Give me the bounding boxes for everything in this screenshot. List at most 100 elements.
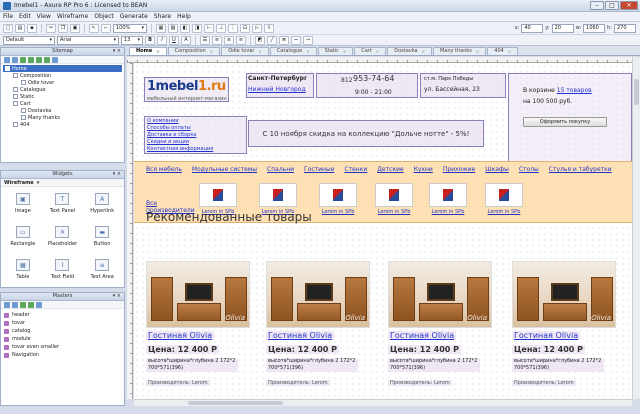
close-tab-icon[interactable]: × — [343, 48, 346, 55]
new-icon[interactable]: □ — [3, 23, 13, 33]
product-card[interactable]: Olivia Гостиная Olivia Цена: 12 400 Р вы… — [146, 261, 250, 386]
zoom-select[interactable]: 100% ▾ — [113, 23, 147, 33]
add-master-icon[interactable] — [4, 301, 10, 308]
nav-walls[interactable]: Стенки — [344, 166, 367, 173]
widget-placeholder[interactable]: ✕ Placeholder — [43, 224, 83, 257]
close-tab-icon[interactable]: × — [476, 48, 479, 55]
master-item[interactable]: Navigation — [1, 351, 124, 359]
link-payment[interactable]: Способы оплаты — [147, 125, 244, 132]
paste-icon[interactable]: ▣ — [70, 23, 80, 33]
sitemap-item[interactable]: Catalogue — [3, 86, 122, 93]
add-page-icon[interactable] — [4, 56, 10, 63]
bring-front-icon[interactable]: ◧ — [180, 23, 190, 33]
product-name-link[interactable]: Гостиная Olivia — [388, 331, 457, 340]
brand-item[interactable]: Lerom in SPb — [318, 183, 358, 215]
line-color-icon[interactable]: ╱ — [267, 35, 277, 45]
sitemap-item[interactable]: Many thanks — [3, 114, 122, 121]
w-input[interactable]: 1060 — [583, 23, 606, 33]
product-card[interactable]: Olivia Гостиная Olivia Цена: 12 400 Р вы… — [512, 261, 616, 386]
product-image[interactable]: Olivia — [266, 261, 370, 328]
widget-rectangle[interactable]: ▭ Rectangle — [3, 224, 43, 257]
x-input[interactable]: 40 — [521, 23, 544, 33]
font-select[interactable]: Arial ▾ — [57, 35, 119, 45]
nav-living-rooms[interactable]: Гостиные — [304, 166, 334, 173]
nav-kids[interactable]: Детские — [377, 166, 403, 173]
close-tab-icon[interactable]: × — [258, 48, 261, 55]
vertical-scrollbar[interactable] — [632, 57, 640, 399]
menu-help[interactable]: Help — [177, 13, 191, 20]
italic-icon[interactable]: I — [157, 35, 167, 45]
nav-modular[interactable]: Модульные системы — [192, 166, 257, 173]
widget-hyperlink[interactable]: A Hyperlink — [82, 191, 122, 224]
product-name-link[interactable]: Гостиная Olivia — [266, 331, 335, 340]
nav-all-furniture[interactable]: Вся мебель — [146, 166, 182, 173]
menu-wireframe[interactable]: Wireframe — [57, 13, 88, 20]
minimize-button[interactable]: – — [590, 1, 604, 10]
tab-home[interactable]: Home × — [129, 47, 167, 55]
align-center-icon[interactable]: ⊥ — [216, 23, 226, 33]
sitemap-item[interactable]: Home — [3, 65, 122, 72]
align-left-icon[interactable]: ⊢ — [204, 23, 214, 33]
checkout-button[interactable]: Оформить покупку — [523, 117, 607, 127]
bold-icon[interactable]: B — [145, 35, 155, 45]
nav-bedrooms[interactable]: Спальни — [267, 166, 294, 173]
horizontal-scrollbar[interactable] — [134, 399, 632, 406]
font-color-icon[interactable]: A — [181, 35, 191, 45]
master-item[interactable]: module — [1, 335, 124, 343]
scroll-thumb[interactable] — [188, 401, 283, 405]
link-discounts[interactable]: Скидки и акции — [147, 139, 244, 146]
widget-text-area[interactable]: ≡ Text Area — [82, 257, 122, 290]
pin-icon[interactable]: ▾ × — [113, 293, 121, 300]
sitemap-item[interactable]: 404 — [3, 121, 122, 128]
distribute-icon[interactable]: ⋮ — [228, 23, 238, 33]
menu-view[interactable]: View — [37, 13, 51, 20]
scroll-thumb[interactable] — [634, 79, 639, 105]
arrow-style-icon[interactable]: → — [303, 35, 313, 45]
close-button[interactable]: ✕ — [620, 1, 638, 10]
sitemap-item[interactable]: Cart — [3, 100, 122, 107]
nav-kitchens[interactable]: Кухни — [414, 166, 433, 173]
pointer-icon[interactable]: ↖ — [89, 23, 99, 33]
nav-tables[interactable]: Столы — [519, 166, 539, 173]
text-align-left-icon[interactable]: ≡ — [212, 35, 222, 45]
lock-icon[interactable]: ⊡ — [240, 23, 250, 33]
y-input[interactable]: 20 — [551, 23, 574, 33]
sitemap-item[interactable]: Dostavka — [3, 107, 122, 114]
design-canvas[interactable]: 1mebel1.ru мебельный интернет-магазин Са… — [134, 63, 632, 399]
master-item[interactable]: tovar even smaller — [1, 343, 124, 351]
bullets-icon[interactable]: ☰ — [200, 35, 210, 45]
preview-icon[interactable]: ▷ — [252, 23, 262, 33]
style-select[interactable]: Default ▾ — [3, 35, 55, 45]
sitemap-item[interactable]: Static — [3, 93, 122, 100]
font-size-select[interactable]: 13 ▾ — [121, 35, 143, 45]
close-tab-icon[interactable]: × — [156, 48, 159, 55]
publish-icon[interactable]: ⇪ — [264, 23, 274, 33]
line-style-icon[interactable]: ┅ — [291, 35, 301, 45]
outdent-icon[interactable] — [44, 56, 50, 63]
pin-icon[interactable]: ▾ × — [113, 171, 121, 178]
save-icon[interactable]: ▪ — [27, 23, 37, 33]
promo-banner[interactable]: С 10 ноября скидка на коллекцию "Дольче … — [248, 120, 484, 147]
tab-dostavka[interactable]: Dostavka × — [387, 47, 432, 55]
city-nn-link[interactable]: Нижний Новгород — [248, 86, 306, 93]
menu-file[interactable]: File — [3, 13, 13, 20]
open-icon[interactable]: ▤ — [15, 23, 25, 33]
sitemap-item[interactable]: Odle tovar — [3, 79, 122, 86]
close-tab-icon[interactable]: × — [376, 48, 379, 55]
delete-page-icon[interactable] — [52, 56, 58, 63]
h-input[interactable]: 270 — [614, 23, 636, 33]
move-down-icon[interactable] — [28, 56, 34, 63]
nav-wardrobes[interactable]: Шкафы — [485, 166, 509, 173]
chevron-down-icon[interactable]: ▾ — [37, 180, 40, 186]
widget-library-select[interactable]: Wireframe — [4, 180, 34, 186]
add-folder-icon[interactable] — [12, 301, 18, 308]
close-tab-icon[interactable]: × — [306, 48, 309, 55]
move-up-icon[interactable] — [20, 56, 26, 63]
product-name-link[interactable]: Гостиная Olivia — [146, 331, 215, 340]
product-image[interactable]: Olivia — [146, 261, 250, 328]
add-child-icon[interactable] — [12, 56, 18, 63]
site-logo[interactable]: 1mebel1.ru мебельный интернет-магазин — [144, 77, 229, 102]
menu-generate[interactable]: Generate — [120, 13, 148, 20]
cart-count-link[interactable]: 15 товаров — [557, 87, 592, 94]
product-name-link[interactable]: Гостиная Olivia — [512, 331, 581, 340]
